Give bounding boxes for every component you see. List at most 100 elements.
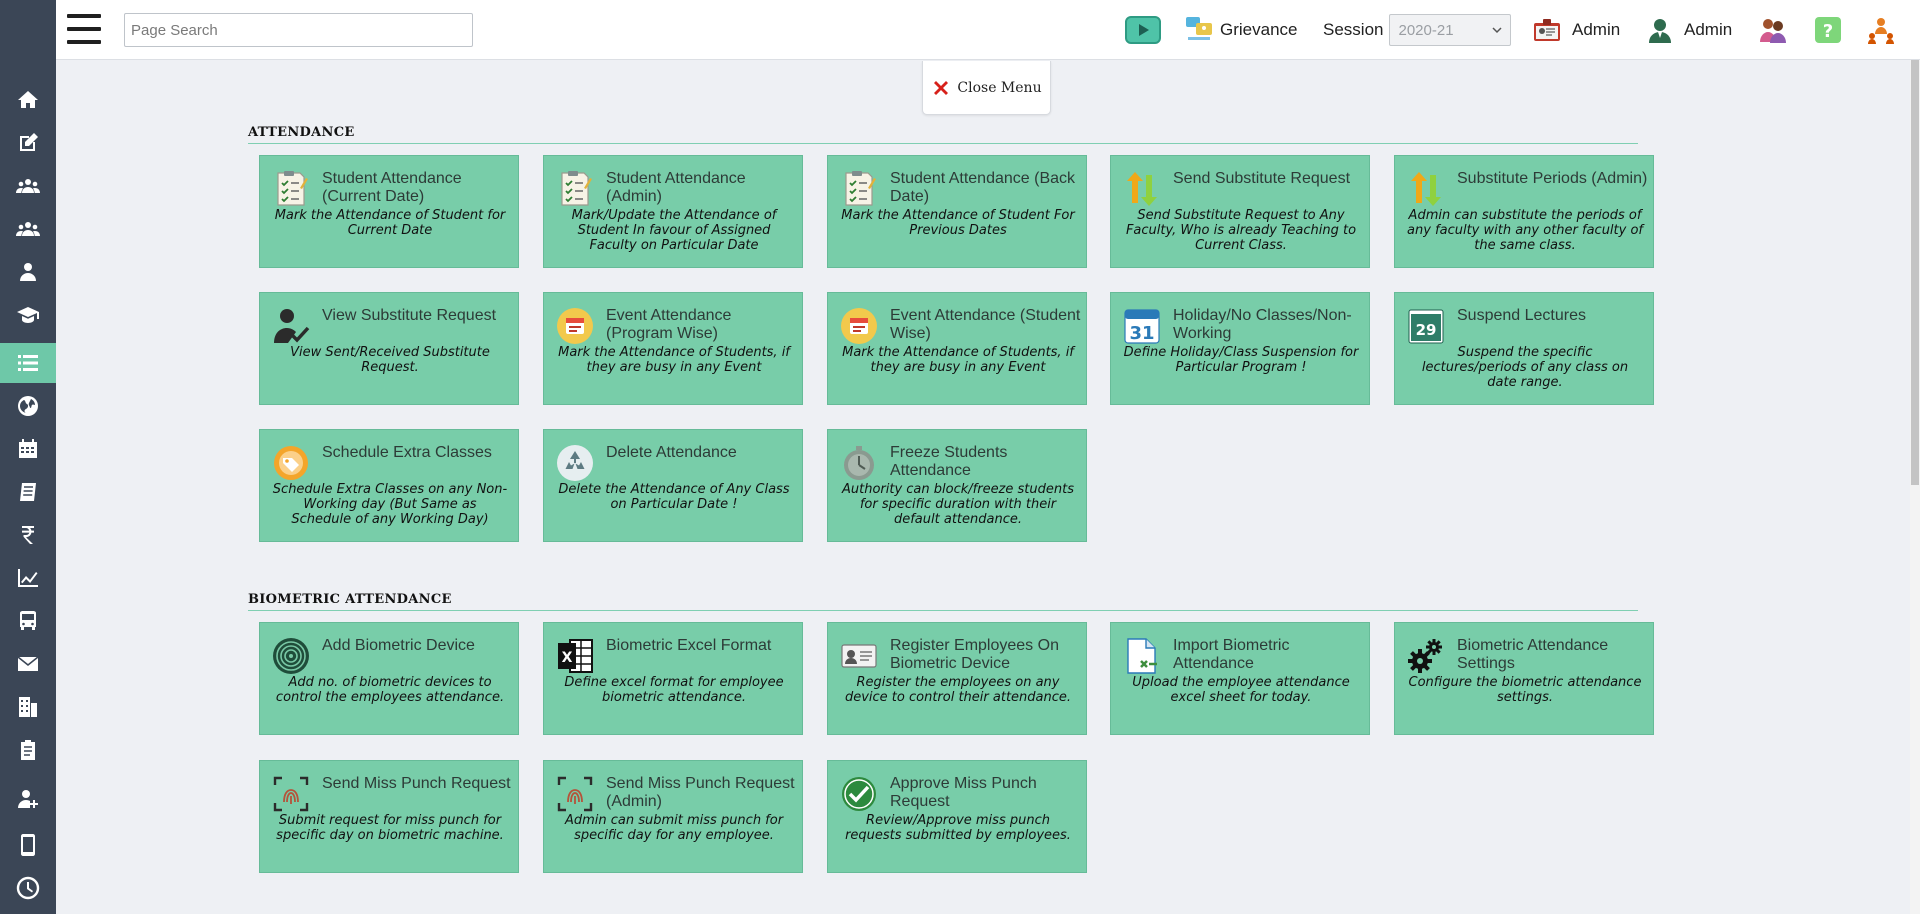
sidebar-item-attendance[interactable] [0, 343, 56, 383]
calendar-day-31: 31 [1129, 323, 1154, 344]
tile-title: Biometric Attendance Settings [1457, 637, 1609, 672]
sidebar-item-team[interactable] [0, 209, 56, 249]
tile-description: Submit request for miss punch for specif… [276, 813, 504, 843]
grievance-link[interactable]: Grievance [1184, 0, 1297, 60]
video-button[interactable] [1125, 0, 1161, 60]
tile-title: Holiday/No Classes/Non-Working [1173, 307, 1352, 342]
tile-delete-attendance[interactable]: Delete Attendance Delete the Attendance … [543, 429, 803, 542]
admin-profile[interactable]: Admin [1646, 0, 1732, 60]
swap-arrows-icon [1411, 172, 1441, 206]
sidebar-item-edit[interactable] [0, 123, 56, 163]
event-calendar-icon [841, 308, 877, 344]
sidebar-item-global[interactable] [0, 386, 56, 426]
tile-title: View Substitute Request [322, 307, 497, 324]
grievance-icon [1186, 17, 1212, 40]
top-header: Grievance Session 2020-21 Admin Admin ? [56, 0, 1920, 60]
sidebar-item-clipboard[interactable] [0, 730, 56, 770]
chevron-down-icon [1492, 27, 1503, 34]
switch-user-button[interactable] [1758, 0, 1788, 60]
sidebar-item-groups[interactable] [0, 166, 56, 206]
tile-add-biometric-device[interactable]: Add Biometric Device Add no. of biometri… [259, 622, 519, 735]
stopwatch-icon [844, 446, 874, 480]
tile-view-substitute-request[interactable]: View Substitute Request View Sent/Receiv… [259, 292, 519, 405]
tile-schedule-extra-classes[interactable]: Schedule Extra Classes Schedule Extra Cl… [259, 429, 519, 542]
tile-freeze-students-attendance[interactable]: Freeze Students Attendance Authority can… [827, 429, 1087, 542]
admin-card-icon [1534, 19, 1560, 41]
tile-description: Mark the Attendance of Student for Curre… [274, 208, 506, 238]
sidebar-item-buildings[interactable] [0, 687, 56, 727]
calendar-day-29: 29 [1416, 321, 1437, 339]
tile-biometric-attendance-settings[interactable]: Biometric Attendance Settings Configure … [1394, 622, 1654, 735]
session-label: Session [1323, 20, 1384, 39]
sidebar-item-transport[interactable] [0, 601, 56, 641]
tile-biometric-excel-format[interactable]: X Biometric Excel Format Define excel fo… [543, 622, 803, 735]
fingerprint-scan-icon [273, 776, 309, 812]
check-circle-icon [842, 777, 876, 811]
tile-approve-miss-punch-request[interactable]: Approve Miss Punch Request Review/Approv… [827, 760, 1087, 873]
tile-student-attendance-back-date[interactable]: Student Attendance (Back Date) Mark the … [827, 155, 1087, 268]
tile-event-attendance-program[interactable]: Event Attendance (Program Wise) Mark the… [543, 292, 803, 405]
calendar-31-icon: 31 [1124, 309, 1160, 344]
tile-description: Review/Approve miss punch requests submi… [845, 813, 1071, 843]
sidebar-item-fees[interactable] [0, 515, 56, 555]
fingerprint-scan-icon [557, 776, 593, 812]
tile-description: Admin can substitute the periods of any … [1407, 208, 1643, 253]
tile-send-miss-punch-request[interactable]: Send Miss Punch Request Submit request f… [259, 760, 519, 873]
checklist-icon [561, 171, 592, 206]
excel-icon: X [558, 639, 593, 673]
tile-title: Student Attendance (Admin) [606, 170, 746, 205]
excel-letter: X [562, 650, 573, 666]
tile-description: Mark the Attendance of Students, if they… [842, 345, 1074, 375]
tile-event-attendance-student[interactable]: Event Attendance (Student Wise) Mark the… [827, 292, 1087, 405]
sidebar-item-mobile[interactable] [0, 825, 56, 865]
tile-suspend-lectures[interactable]: 29 Suspend Lectures Suspend the specific… [1394, 292, 1654, 405]
tile-register-employees[interactable]: Register Employees On Biometric Device R… [827, 622, 1087, 735]
sidebar-item-add-user[interactable] [0, 779, 56, 819]
tile-send-substitute-request[interactable]: Send Substitute Request Send Substitute … [1110, 155, 1370, 268]
tile-description: Delete the Attendance of Any Class on Pa… [558, 482, 790, 512]
hamburger-menu-icon[interactable] [67, 14, 101, 44]
sidebar-item-reports[interactable] [0, 558, 56, 598]
id-card-icon [841, 644, 877, 668]
admin-label-profile: Admin [1684, 20, 1733, 39]
svg-text:?: ? [1823, 21, 1833, 42]
close-menu-button[interactable]: Close Menu [922, 61, 1051, 115]
tile-description: Mark the Attendance of Student For Previ… [841, 208, 1075, 238]
tile-import-biometric-attendance[interactable]: Import Biometric Attendance Upload the e… [1110, 622, 1370, 735]
tile-holiday-no-classes[interactable]: 31 Holiday/No Classes/Non-Working Define… [1110, 292, 1370, 405]
tile-title: Send Substitute Request [1173, 170, 1351, 187]
tile-description: Mark the Attendance of Students, if they… [558, 345, 790, 375]
bus-icon [20, 611, 36, 630]
sidebar-item-calendar[interactable] [0, 429, 56, 469]
tile-student-attendance-current[interactable]: Student Attendance (Current Date) Mark t… [259, 155, 519, 268]
sidebar-item-exams[interactable] [0, 472, 56, 512]
sidebar-item-employee[interactable] [0, 252, 56, 292]
tile-send-miss-punch-request-admin[interactable]: Send Miss Punch Request (Admin) Admin ca… [543, 760, 803, 873]
tile-title: Substitute Periods (Admin) [1457, 170, 1648, 187]
tile-title: Approve Miss Punch Request [890, 775, 1037, 810]
session-select[interactable]: 2020-21 [1389, 14, 1512, 46]
tile-description: Suspend the specific lectures/periods of… [1421, 345, 1629, 390]
notebook-icon [20, 483, 36, 501]
sidebar-item-history[interactable] [0, 868, 56, 908]
add-user-icon [18, 790, 38, 808]
page-scrollbar[interactable] [1910, 60, 1920, 914]
tile-student-attendance-admin[interactable]: Student Attendance (Admin) Mark/Update t… [543, 155, 803, 268]
help-button[interactable]: ? [1814, 0, 1842, 60]
building-icon [19, 697, 37, 717]
section-divider-attendance [248, 143, 1638, 144]
sidebar-item-home[interactable] [0, 80, 56, 120]
admin-role-switch[interactable]: Admin [1532, 0, 1620, 60]
tile-title: Add Biometric Device [322, 637, 475, 654]
tile-substitute-periods-admin[interactable]: Substitute Periods (Admin) Admin can sub… [1394, 155, 1654, 268]
tile-description: View Sent/Received Substitute Request. [290, 345, 490, 375]
scrollbar-thumb[interactable] [1911, 60, 1919, 485]
user-avatar-icon [1649, 19, 1671, 43]
sidebar-item-messages[interactable] [0, 644, 56, 684]
org-chart-button[interactable] [1866, 0, 1896, 60]
sidebar-item-academics[interactable] [0, 295, 56, 335]
page-search-input[interactable] [124, 13, 473, 47]
edit-icon [20, 133, 38, 151]
tile-description: Define Holiday/Class Suspension for Part… [1123, 345, 1359, 375]
session-selector: Session 2020-21 [1323, 0, 1512, 60]
